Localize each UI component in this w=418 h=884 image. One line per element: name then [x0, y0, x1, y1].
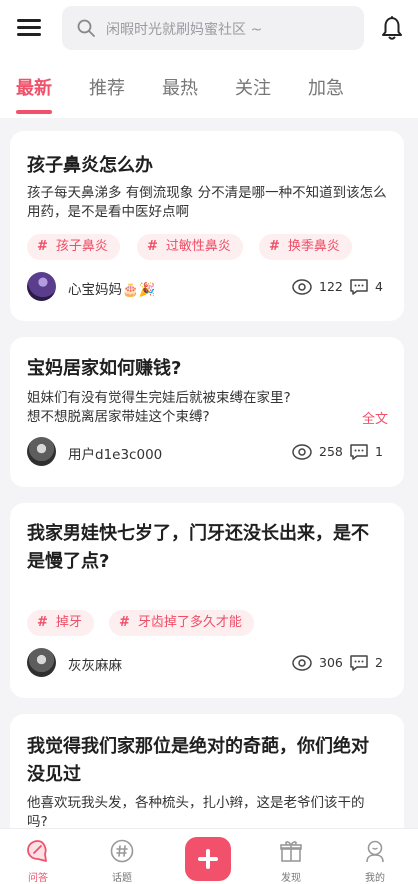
full-text-link[interactable]: 全文: [362, 408, 388, 427]
tab-recommended[interactable]: 推荐: [89, 74, 125, 100]
search-input[interactable]: 闲暇时光就刷妈蜜社区 ~: [62, 6, 364, 50]
bottom-navigation: 问答 话题 发现 我的: [0, 828, 418, 884]
tab-urgent[interactable]: 加急: [308, 74, 344, 100]
nav-label: 发现: [281, 873, 301, 884]
search-placeholder: 闲暇时光就刷妈蜜社区 ~: [106, 22, 263, 38]
nav-label: 问答: [28, 873, 48, 884]
author-name[interactable]: 用户d1e3c000: [68, 443, 162, 463]
post-card[interactable]: 我家男娃快七岁了，门牙还没长出来，是不 是慢了点? # 掉牙 # 牙齿掉了多久才能 …: [10, 503, 404, 698]
qa-bubble-icon: [27, 840, 47, 862]
author-name[interactable]: 灰灰麻麻: [68, 654, 122, 674]
post-title-line: 没见过: [27, 764, 81, 785]
tab-hottest[interactable]: 最热: [162, 74, 198, 100]
post-tag[interactable]: # 孩子鼻炎: [27, 234, 120, 260]
top-bar: 闲暇时光就刷妈蜜社区 ~: [0, 0, 418, 58]
views-count: 258: [319, 444, 343, 459]
nav-label: 我的: [365, 873, 385, 884]
category-tabs: 最新 推荐 最热 关注 加急: [0, 58, 418, 118]
views-eye-icon: [292, 444, 312, 460]
nav-discover[interactable]: 发现: [261, 829, 321, 884]
post-body-line: 想不想脱离居家带娃这个束缚?: [27, 409, 210, 425]
search-icon: [77, 19, 95, 37]
avatar[interactable]: [27, 648, 56, 677]
active-tab-indicator: [16, 110, 52, 114]
post-tag[interactable]: # 换季鼻炎: [259, 234, 352, 260]
post-title: 宝妈居家如何赚钱?: [27, 358, 182, 379]
post-body: 孩子每天鼻涕多 有倒流现象 分不清是哪一种不知道到该怎么用药，是不是看中医好点啊: [27, 185, 387, 220]
nav-profile[interactable]: 我的: [345, 829, 405, 884]
comments-count: 4: [375, 279, 383, 294]
views-eye-icon: [292, 655, 312, 671]
avatar[interactable]: [27, 272, 56, 301]
post-tag[interactable]: # 掉牙: [27, 610, 94, 636]
comment-icon[interactable]: [349, 443, 369, 461]
nav-topic[interactable]: 话题: [92, 829, 152, 884]
post-card[interactable]: 孩子鼻炎怎么办 孩子每天鼻涕多 有倒流现象 分不清是哪一种不知道到该怎么用药，是…: [10, 131, 404, 321]
post-body-line: 姐妹们有没有觉得生完娃后就被束缚在家里?: [27, 390, 291, 406]
nav-label: 话题: [112, 873, 132, 884]
tab-following[interactable]: 关注: [235, 74, 271, 100]
views-count: 306: [319, 655, 343, 670]
create-post-button[interactable]: [185, 837, 231, 881]
menu-icon[interactable]: [17, 17, 43, 39]
author-name[interactable]: 心宝妈妈🎂🎉: [68, 278, 156, 298]
post-title-line: 我觉得我们家那位是绝对的奇葩，你们绝对: [27, 736, 369, 757]
profile-icon: [366, 840, 384, 863]
nav-qa[interactable]: 问答: [8, 829, 68, 884]
tab-latest[interactable]: 最新: [16, 74, 52, 100]
post-tag[interactable]: # 牙齿掉了多久才能: [109, 610, 254, 636]
post-card[interactable]: 宝妈居家如何赚钱? 姐妹们有没有觉得生完娃后就被束缚在家里? 想不想脱离居家带娃…: [10, 337, 404, 487]
bell-icon[interactable]: [380, 15, 404, 41]
views-eye-icon: [292, 279, 312, 295]
comments-count: 2: [375, 655, 383, 670]
post-body-line: 他喜欢玩我头发，各种梳头，扎小辫，这是老爷们该干的: [27, 795, 365, 811]
comments-count: 1: [375, 444, 383, 459]
post-title: 孩子鼻炎怎么办: [27, 155, 153, 176]
comment-icon[interactable]: [349, 654, 369, 672]
views-count: 122: [319, 279, 343, 294]
post-title-line: 我家男娃快七岁了，门牙还没长出来，是不: [27, 523, 369, 544]
comment-icon[interactable]: [349, 278, 369, 296]
post-tag[interactable]: # 过敏性鼻炎: [137, 234, 243, 260]
avatar[interactable]: [27, 437, 56, 466]
post-title-line: 是慢了点?: [27, 551, 110, 572]
topic-hash-icon: [110, 839, 134, 863]
gift-icon: [280, 841, 302, 862]
